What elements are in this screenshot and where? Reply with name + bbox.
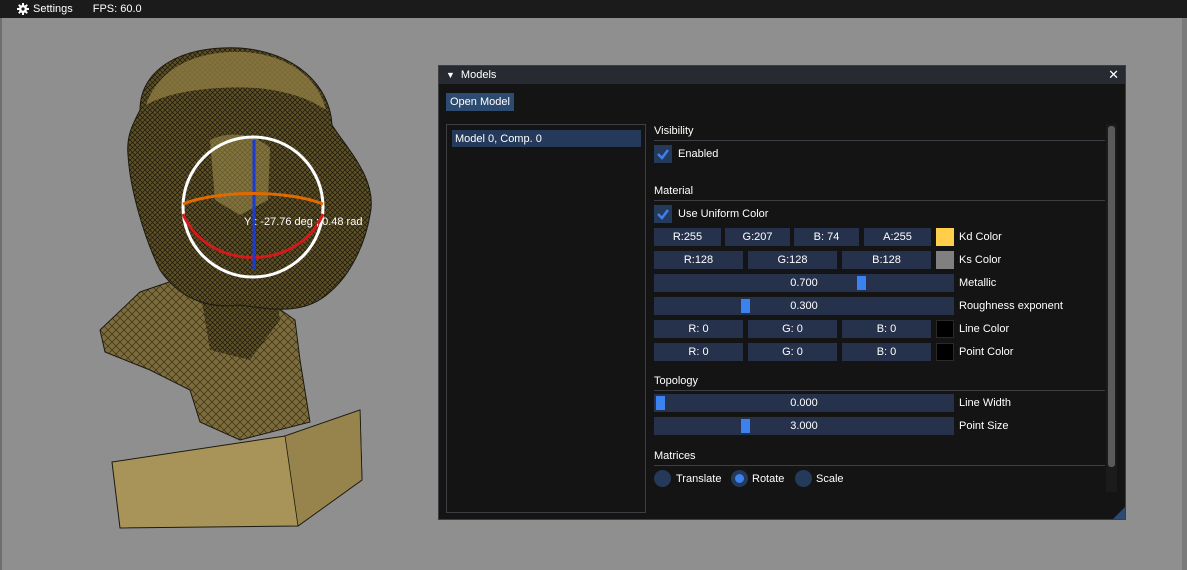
visibility-header: Visibility [654, 125, 694, 137]
enabled-label: Enabled [678, 148, 719, 160]
gear-icon [17, 3, 29, 15]
roughness-slider-handle[interactable] [741, 299, 750, 313]
enabled-checkbox[interactable] [654, 145, 672, 163]
close-icon[interactable]: ✕ [1108, 67, 1119, 82]
kd-r-field[interactable]: R:255 [654, 228, 721, 246]
bust-base-side [284, 409, 363, 527]
kd-a-field[interactable]: A:255 [864, 228, 931, 246]
kd-color-label: Kd Color [959, 231, 1002, 243]
bust-model[interactable] [80, 30, 390, 535]
metallic-slider[interactable]: 0.700 [654, 274, 954, 292]
roughness-slider[interactable]: 0.300 [654, 297, 954, 315]
topology-header: Topology [654, 375, 699, 387]
point-color-swatch[interactable] [936, 343, 954, 361]
metallic-value: 0.700 [790, 277, 818, 289]
line-color-label: Line Color [959, 323, 1010, 335]
scrollbar-thumb[interactable] [1108, 126, 1115, 467]
rotate-radio[interactable] [731, 470, 748, 487]
scale-label[interactable]: Scale [816, 473, 844, 485]
use-uniform-color-checkbox[interactable] [654, 205, 672, 223]
point-color-r-field[interactable]: R: 0 [654, 343, 743, 361]
rotate-label[interactable]: Rotate [752, 473, 784, 485]
window-titlebar[interactable]: ▼ Models ✕ [439, 66, 1125, 84]
model-list[interactable]: Model 0, Comp. 0 [446, 124, 646, 513]
rotation-gizmo[interactable] [178, 132, 328, 282]
models-window[interactable]: ▼ Models ✕ Open Model Model 0, Comp. 0 V… [438, 65, 1126, 520]
point-color-label: Point Color [959, 346, 1014, 358]
point-size-slider[interactable]: 3.000 [654, 417, 954, 435]
roughness-value: 0.300 [790, 300, 818, 312]
roughness-label: Roughness exponent [959, 300, 1063, 312]
divider [654, 140, 1105, 141]
scale-radio[interactable] [795, 470, 812, 487]
use-uniform-color-label: Use Uniform Color [678, 208, 769, 220]
collapse-arrow-icon[interactable]: ▼ [446, 70, 455, 80]
resize-grip-icon[interactable] [1113, 507, 1125, 519]
point-color-g-field[interactable]: G: 0 [748, 343, 837, 361]
kd-g-field[interactable]: G:207 [725, 228, 790, 246]
line-color-g-field[interactable]: G: 0 [748, 320, 837, 338]
point-size-value: 3.000 [790, 420, 818, 432]
kd-color-swatch[interactable] [936, 228, 954, 246]
metallic-slider-handle[interactable] [857, 276, 866, 290]
open-model-button[interactable]: Open Model [446, 93, 514, 111]
material-header: Material [654, 185, 694, 197]
divider [654, 465, 1105, 466]
line-color-r-field[interactable]: R: 0 [654, 320, 743, 338]
point-size-label: Point Size [959, 420, 1009, 432]
translate-radio[interactable] [654, 470, 671, 487]
point-size-slider-handle[interactable] [741, 419, 750, 433]
window-title: Models [460, 69, 497, 81]
line-width-label: Line Width [959, 397, 1011, 409]
check-icon [657, 149, 669, 160]
kd-b-field[interactable]: B: 74 [794, 228, 859, 246]
settings-label: Settings [33, 3, 73, 15]
translate-label[interactable]: Translate [676, 473, 721, 485]
line-width-value: 0.000 [790, 397, 818, 409]
line-color-swatch[interactable] [936, 320, 954, 338]
menu-bar: Settings FPS: 60.0 [0, 0, 1187, 18]
line-color-b-field[interactable]: B: 0 [842, 320, 931, 338]
check-icon [657, 209, 669, 220]
settings-menu[interactable]: Settings [0, 0, 73, 18]
radio-selected-dot [735, 474, 744, 483]
panel-scrollbar[interactable] [1106, 124, 1117, 492]
gizmo-readout: Y : -27.76 deg ; 0.48 rad [244, 216, 363, 228]
metallic-label: Metallic [959, 277, 997, 289]
ks-g-field[interactable]: G:128 [748, 251, 837, 269]
divider [654, 390, 1105, 391]
divider [654, 200, 1105, 201]
line-width-slider[interactable]: 0.000 [654, 394, 954, 412]
ks-color-label: Ks Color [959, 254, 1002, 266]
properties-panel: Visibility Enabled Material Use Uniform … [654, 124, 1105, 495]
ks-b-field[interactable]: B:128 [842, 251, 931, 269]
viewport-edge [1182, 18, 1187, 570]
list-item[interactable]: Model 0, Comp. 0 [452, 130, 641, 147]
ks-color-swatch[interactable] [936, 251, 954, 269]
matrices-header: Matrices [654, 450, 696, 462]
line-width-slider-handle[interactable] [656, 396, 665, 410]
fps-counter: FPS: 60.0 [92, 3, 142, 15]
ks-r-field[interactable]: R:128 [654, 251, 743, 269]
point-color-b-field[interactable]: B: 0 [842, 343, 931, 361]
